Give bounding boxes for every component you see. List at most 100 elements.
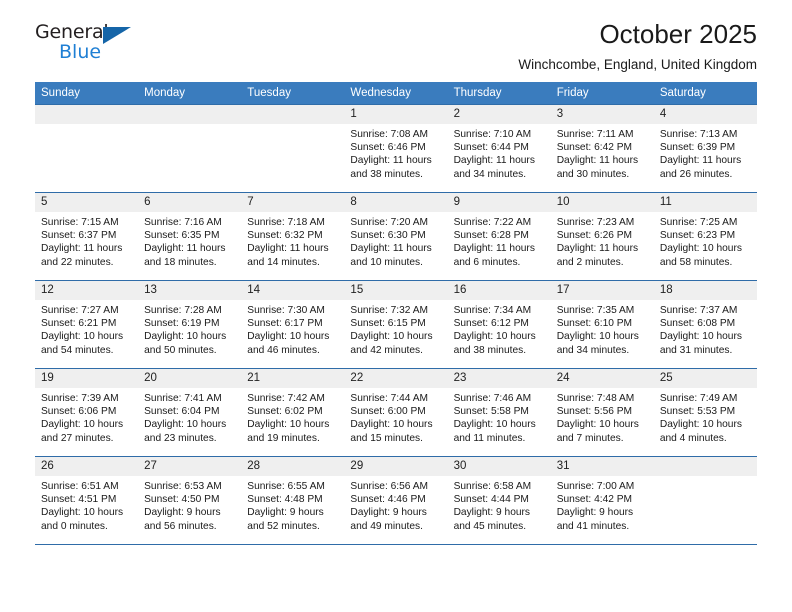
day-number: 31: [550, 457, 654, 476]
sunset-text: Sunset: 6:08 PM: [659, 318, 736, 330]
sunset-text: Sunset: 5:58 PM: [453, 406, 529, 418]
day-number: 8: [344, 193, 448, 212]
daylight-text-line1: Daylight: 10 hours: [659, 331, 742, 343]
day-details: Sunrise: 7:13 AM Sunset: 6:39 PM Daylight:…: [654, 124, 757, 181]
day-number: 24: [550, 369, 654, 388]
calendar-day-cell[interactable]: 29 Sunrise: 6:56 AM Sunset: 4:46 PM Dayligh…: [344, 456, 448, 545]
calendar-day-cell[interactable]: 19 Sunrise: 7:39 AM Sunset: 6:06 PM Dayligh…: [35, 368, 139, 457]
day-number: 25: [653, 369, 757, 388]
daylight-text-line2: and 52 minutes.: [247, 520, 320, 532]
sunrise-text: Sunrise: 7:32 AM: [350, 305, 429, 316]
day-details: Sunrise: 6:53 AM Sunset: 4:50 PM Daylight:…: [138, 476, 241, 533]
day-details: Sunrise: 7:35 AM Sunset: 6:10 PM Daylight:…: [551, 300, 654, 357]
calendar-day-cell[interactable]: 26 Sunrise: 6:51 AM Sunset: 4:51 PM Dayligh…: [35, 456, 139, 545]
daylight-text-line1: Daylight: 11 hours: [350, 155, 432, 167]
day-number: 3: [550, 105, 654, 124]
daylight-text-line2: and 45 minutes.: [453, 520, 527, 532]
daylight-text-line1: Daylight: 10 hours: [247, 331, 330, 343]
daylight-text-line2: and 11 minutes.: [453, 432, 526, 444]
calendar-day-cell[interactable]: 17 Sunrise: 7:35 AM Sunset: 6:10 PM Dayligh…: [550, 280, 654, 369]
calendar-day-cell[interactable]: 30 Sunrise: 6:58 AM Sunset: 4:44 PM Dayligh…: [447, 456, 551, 545]
sunrise-text: Sunrise: 7:30 AM: [247, 305, 325, 316]
sunset-text: Sunset: 6:04 PM: [144, 406, 220, 418]
calendar-day-cell[interactable]: 13 Sunrise: 7:28 AM Sunset: 6:19 PM Dayligh…: [138, 280, 242, 369]
sunset-text: Sunset: 6:12 PM: [453, 318, 529, 330]
day-details: Sunrise: 7:22 AM Sunset: 6:28 PM Daylight:…: [448, 212, 551, 269]
day-number: 2: [447, 105, 551, 124]
sunrise-text: Sunrise: 7:11 AM: [556, 129, 634, 140]
day-details: Sunrise: 6:51 AM Sunset: 4:51 PM Daylight:…: [35, 476, 138, 533]
day-number: [653, 457, 757, 476]
calendar-day-cell[interactable]: 1 Sunrise: 7:08 AM Sunset: 6:46 PM Daylight…: [344, 104, 448, 193]
sunrise-text: Sunrise: 7:41 AM: [144, 393, 222, 404]
day-number: [35, 105, 139, 124]
day-number: 6: [138, 193, 242, 212]
daylight-text-line1: Daylight: 11 hours: [556, 243, 639, 255]
calendar-day-cell[interactable]: 31 Sunrise: 7:00 AM Sunset: 4:42 PM Dayligh…: [550, 456, 654, 545]
calendar-day-cell[interactable]: 20 Sunrise: 7:41 AM Sunset: 6:04 PM Dayligh…: [138, 368, 242, 457]
calendar-day-cell[interactable]: 3 Sunrise: 7:11 AM Sunset: 6:42 PM Daylight…: [550, 104, 654, 193]
sunrise-text: Sunrise: 7:20 AM: [350, 217, 429, 228]
day-details: Sunrise: 7:20 AM Sunset: 6:30 PM Daylight:…: [344, 212, 447, 269]
daylight-text-line1: Daylight: 10 hours: [350, 419, 433, 431]
daylight-text-line2: and 10 minutes.: [350, 256, 423, 268]
page-header: General Blue October 2025 Winchcombe, En…: [35, 0, 757, 72]
calendar-day-cell[interactable]: 24 Sunrise: 7:48 AM Sunset: 5:56 PM Dayligh…: [550, 368, 654, 457]
calendar-day-cell[interactable]: 12 Sunrise: 7:27 AM Sunset: 6:21 PM Dayligh…: [35, 280, 139, 369]
calendar-day-cell[interactable]: 14 Sunrise: 7:30 AM Sunset: 6:17 PM Dayligh…: [241, 280, 345, 369]
calendar-day-cell[interactable]: 27 Sunrise: 6:53 AM Sunset: 4:50 PM Dayligh…: [138, 456, 242, 545]
daylight-text-line2: and 49 minutes.: [350, 520, 423, 532]
sunrise-text: Sunrise: 7:08 AM: [350, 129, 429, 140]
day-details: Sunrise: 7:27 AM Sunset: 6:21 PM Daylight:…: [35, 300, 138, 357]
day-details: Sunrise: 7:00 AM Sunset: 4:42 PM Daylight:…: [551, 476, 654, 533]
page-title: October 2025: [599, 19, 757, 49]
sunset-text: Sunset: 5:56 PM: [556, 406, 633, 418]
sunset-text: Sunset: 6:06 PM: [41, 406, 117, 418]
calendar-day-cell[interactable]: 16 Sunrise: 7:34 AM Sunset: 6:12 PM Dayligh…: [447, 280, 551, 369]
sunrise-text: Sunrise: 7:18 AM: [247, 217, 325, 228]
calendar-day-cell[interactable]: 22 Sunrise: 7:44 AM Sunset: 6:00 PM Dayligh…: [344, 368, 448, 457]
sunrise-text: Sunrise: 7:37 AM: [659, 305, 738, 316]
sunset-text: Sunset: 6:30 PM: [350, 230, 426, 242]
calendar-day-cell[interactable]: 8 Sunrise: 7:20 AM Sunset: 6:30 PM Daylight…: [344, 192, 448, 281]
day-number: 23: [447, 369, 551, 388]
calendar-day-cell[interactable]: 2 Sunrise: 7:10 AM Sunset: 6:44 PM Daylight…: [447, 104, 551, 193]
daylight-text-line1: Daylight: 9 hours: [144, 507, 221, 519]
sunrise-text: Sunrise: 6:56 AM: [350, 481, 429, 492]
calendar-day-cell[interactable]: 18 Sunrise: 7:37 AM Sunset: 6:08 PM Dayligh…: [653, 280, 757, 369]
daylight-text-line2: and 7 minutes.: [556, 432, 624, 444]
general-blue-logo[interactable]: General Blue: [35, 22, 155, 70]
weekday-header-tuesday: Tuesday: [241, 82, 345, 105]
sunrise-text: Sunrise: 6:58 AM: [453, 481, 532, 492]
daylight-text-line1: Daylight: 10 hours: [247, 419, 330, 431]
day-details: Sunrise: 7:18 AM Sunset: 6:32 PM Daylight:…: [241, 212, 344, 269]
sunset-text: Sunset: 6:19 PM: [144, 318, 220, 330]
day-number: 28: [241, 457, 345, 476]
day-number: 9: [447, 193, 551, 212]
calendar-day-cell[interactable]: 7 Sunrise: 7:18 AM Sunset: 6:32 PM Daylight…: [241, 192, 345, 281]
calendar-day-cell[interactable]: 25 Sunrise: 7:49 AM Sunset: 5:53 PM Dayligh…: [653, 368, 757, 457]
sunset-text: Sunset: 4:51 PM: [41, 494, 117, 506]
calendar-day-cell[interactable]: 21 Sunrise: 7:42 AM Sunset: 6:02 PM Dayligh…: [241, 368, 345, 457]
daylight-text-line2: and 18 minutes.: [144, 256, 217, 268]
day-details: Sunrise: 7:41 AM Sunset: 6:04 PM Daylight:…: [138, 388, 241, 445]
calendar-day-cell[interactable]: 5 Sunrise: 7:15 AM Sunset: 6:37 PM Daylight…: [35, 192, 139, 281]
sunrise-text: Sunrise: 7:46 AM: [453, 393, 532, 404]
calendar-day-cell[interactable]: 23 Sunrise: 7:46 AM Sunset: 5:58 PM Dayligh…: [447, 368, 551, 457]
daylight-text-line2: and 56 minutes.: [144, 520, 217, 532]
calendar-day-cell[interactable]: 6 Sunrise: 7:16 AM Sunset: 6:35 PM Daylight…: [138, 192, 242, 281]
sunrise-text: Sunrise: 7:00 AM: [556, 481, 635, 492]
calendar-day-cell[interactable]: 11 Sunrise: 7:25 AM Sunset: 6:23 PM Dayligh…: [653, 192, 757, 281]
calendar-day-cell[interactable]: 15 Sunrise: 7:32 AM Sunset: 6:15 PM Dayligh…: [344, 280, 448, 369]
sunset-text: Sunset: 6:15 PM: [350, 318, 426, 330]
calendar-day-cell[interactable]: 10 Sunrise: 7:23 AM Sunset: 6:26 PM Dayligh…: [550, 192, 654, 281]
calendar-day-cell[interactable]: 28 Sunrise: 6:55 AM Sunset: 4:48 PM Dayligh…: [241, 456, 345, 545]
day-details: Sunrise: 7:49 AM Sunset: 5:53 PM Daylight:…: [654, 388, 757, 445]
calendar-day-cell[interactable]: 4 Sunrise: 7:13 AM Sunset: 6:39 PM Daylight…: [653, 104, 757, 193]
sunset-text: Sunset: 4:50 PM: [144, 494, 220, 506]
day-details: [35, 124, 138, 128]
sunset-text: Sunset: 6:26 PM: [556, 230, 633, 242]
calendar-day-cell[interactable]: 9 Sunrise: 7:22 AM Sunset: 6:28 PM Daylight…: [447, 192, 551, 281]
daylight-text-line2: and 6 minutes.: [453, 256, 521, 268]
calendar-cell-empty: [138, 104, 242, 193]
